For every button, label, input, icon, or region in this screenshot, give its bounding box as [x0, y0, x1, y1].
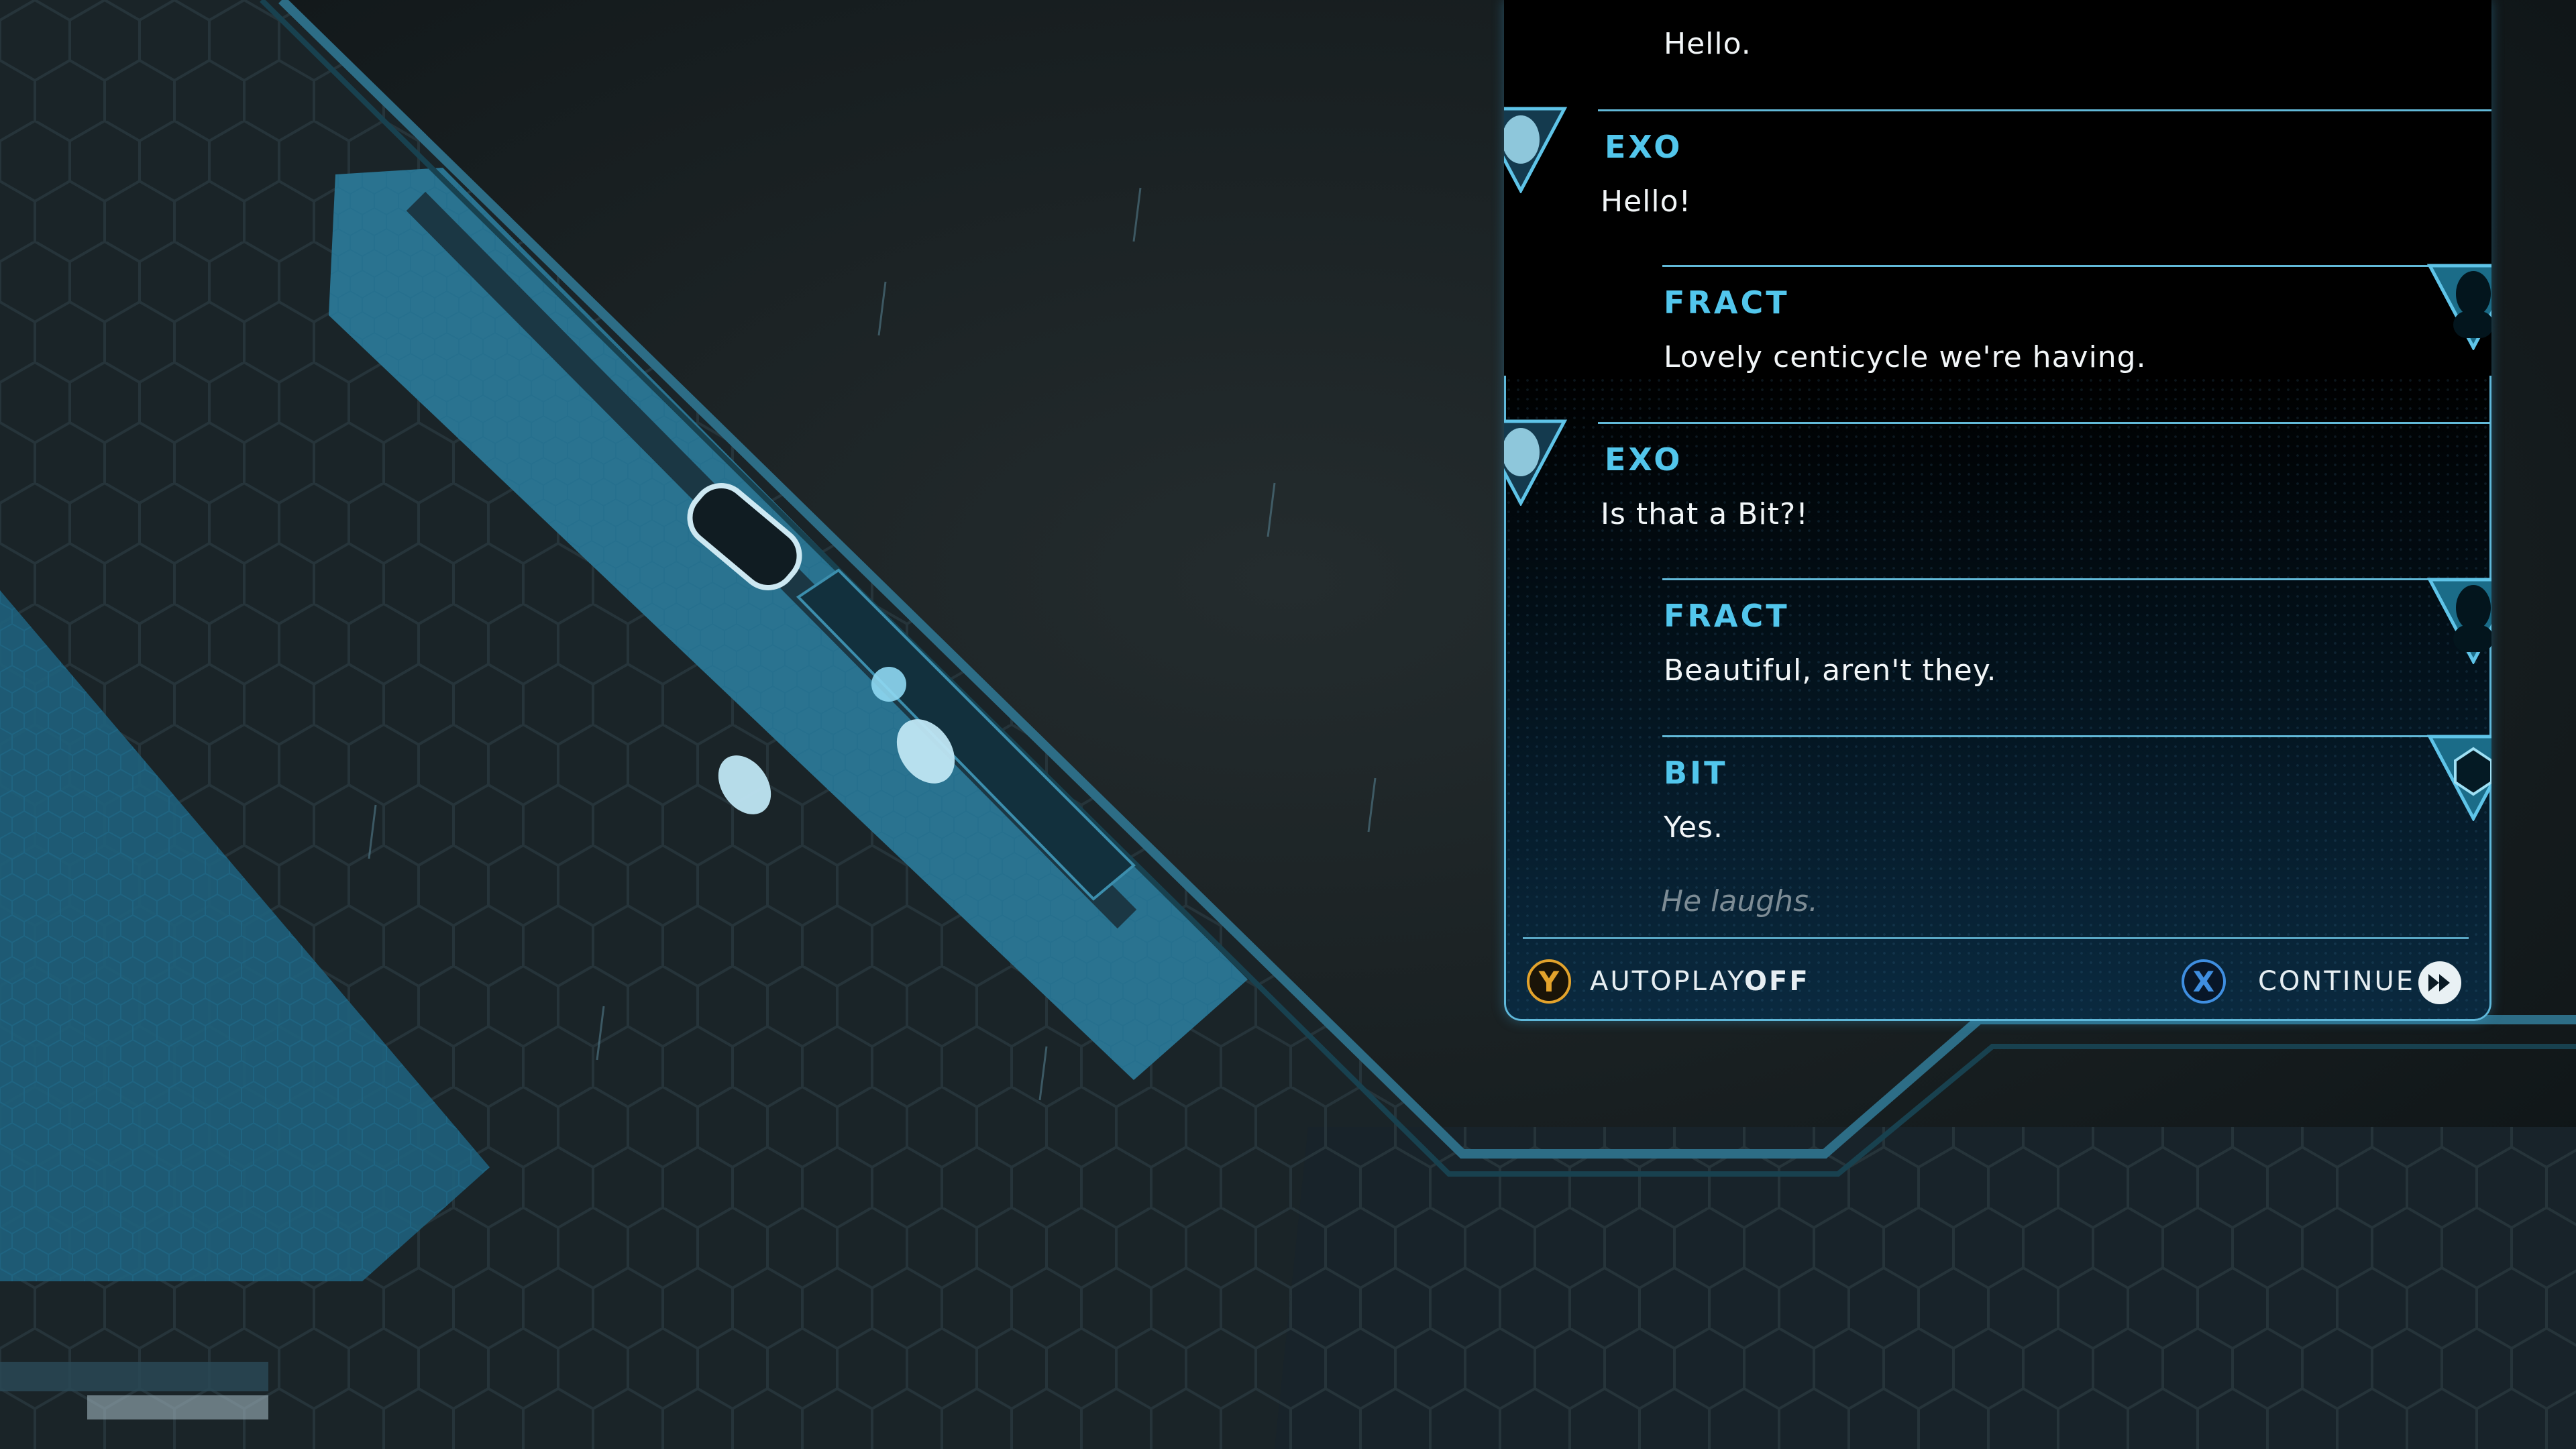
dialogue-panel: Hello. EXO Hello! FRACT Lovely centicycl…	[1504, 0, 2491, 1021]
fract-portrait-icon	[2426, 264, 2491, 350]
dialogue-divider	[1662, 578, 2491, 580]
exo-portrait-icon	[1504, 419, 1568, 506]
dialogue-line: Beautiful, aren't they.	[1664, 653, 1997, 688]
speaker-name: FRACT	[1664, 598, 1790, 634]
dialogue-line: Yes.	[1664, 810, 1724, 845]
fast-forward-icon[interactable]	[2416, 959, 2463, 1006]
controls-divider	[1523, 937, 2469, 939]
dialogue-divider	[1662, 735, 2491, 737]
exo-portrait-icon	[1504, 107, 1568, 193]
dialogue-divider	[1662, 265, 2491, 267]
dialogue-line: Hello!	[1601, 184, 1692, 219]
speaker-name: BIT	[1664, 755, 1728, 791]
bit-portrait-icon	[2426, 735, 2491, 821]
speaker-name: EXO	[1605, 129, 1683, 165]
dialogue-divider	[1598, 109, 2491, 111]
y-button-icon[interactable]: Y	[1527, 959, 1571, 1004]
stage-direction: He laughs.	[1661, 884, 1818, 918]
autoplay-state[interactable]: OFF	[1744, 966, 1810, 997]
continue-label[interactable]: CONTINUE	[2258, 966, 2415, 997]
dialogue-line: Lovely centicycle we're having.	[1664, 340, 2147, 374]
x-button-icon[interactable]: X	[2182, 959, 2226, 1004]
speaker-name: EXO	[1605, 441, 1683, 478]
fract-portrait-icon	[2426, 578, 2491, 664]
speaker-name: FRACT	[1664, 284, 1790, 321]
dialogue-line: Is that a Bit?!	[1601, 497, 1809, 531]
dialogue-divider	[1598, 422, 2491, 424]
partial-dialogue-line: Hello.	[1664, 27, 1752, 61]
autoplay-label[interactable]: AUTOPLAY	[1590, 966, 1746, 997]
bit-crystal	[871, 667, 906, 702]
